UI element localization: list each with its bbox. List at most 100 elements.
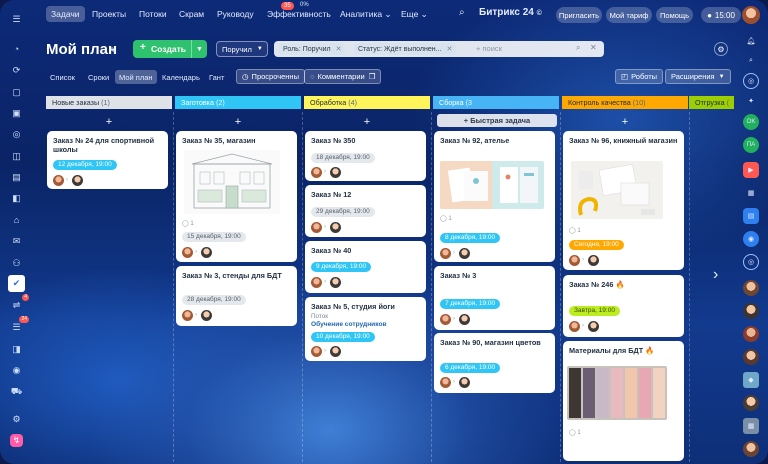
- tasks-icon[interactable]: ✔: [8, 275, 25, 292]
- column-header[interactable]: Сборка (3: [433, 96, 559, 109]
- nav-efficiency[interactable]: Эффективность: [267, 9, 331, 19]
- avatar[interactable]: [182, 247, 193, 258]
- task-card[interactable]: Заказ № 12 29 декабря, 19:00 ›: [305, 185, 426, 237]
- contact-avatar-4[interactable]: [743, 349, 759, 365]
- avatar[interactable]: [459, 377, 470, 388]
- mail-icon[interactable]: ✉: [10, 235, 23, 248]
- column-header[interactable]: Отгрузка(: [689, 96, 734, 109]
- sites-icon[interactable]: ◧: [10, 192, 23, 205]
- avatar[interactable]: [53, 175, 64, 186]
- user-avatar[interactable]: [742, 6, 760, 24]
- contact-avatar-5[interactable]: [743, 395, 759, 411]
- avatar[interactable]: [311, 167, 322, 178]
- avatar[interactable]: [182, 310, 193, 321]
- chevron-right-icon[interactable]: ›: [713, 266, 718, 284]
- task-card[interactable]: Заказ № 40 9 декабря, 19:00 ›: [305, 241, 426, 293]
- cart-icon[interactable]: ⛟: [10, 385, 23, 398]
- deadline-badge[interactable]: Завтра, 19:00: [569, 306, 620, 316]
- contact-avatar-3[interactable]: [743, 326, 759, 342]
- avatar[interactable]: [569, 321, 580, 332]
- nav-projects[interactable]: Проекты: [92, 9, 126, 19]
- column-header[interactable]: Новые заказы (1): [46, 96, 172, 109]
- avatar[interactable]: [588, 255, 599, 266]
- menu-icon[interactable]: ☰: [10, 13, 23, 26]
- task-card[interactable]: Заказ № 24 для спортивной школы 12 декаб…: [47, 131, 168, 189]
- video-icon[interactable]: ▶: [743, 162, 759, 178]
- search-icon[interactable]: ⌕: [459, 7, 465, 18]
- nav-scrum[interactable]: Скрам: [179, 9, 204, 19]
- target-icon[interactable]: ◉: [10, 364, 23, 377]
- task-card[interactable]: Заказ № 96, книжный магазин ◯ 1 Сегодня,…: [563, 131, 684, 270]
- notifications-icon[interactable]: 🔔︎: [743, 33, 759, 49]
- search-right-icon[interactable]: ⌕: [743, 53, 759, 69]
- deadline-badge[interactable]: 15 декабря, 19:00: [182, 232, 246, 242]
- nav-tasks[interactable]: Задачи: [46, 6, 85, 22]
- avatar[interactable]: [330, 167, 341, 178]
- open-lines-icon[interactable]: OK: [743, 114, 759, 130]
- filter-chip-status[interactable]: Статус: Ждёт выполнен... ✕: [354, 43, 457, 55]
- calendar-icon[interactable]: ▣: [10, 107, 23, 120]
- search-icon[interactable]: ⌕: [576, 43, 580, 53]
- filter-chip-role[interactable]: Роль: Поручил ✕: [279, 43, 346, 55]
- task-card[interactable]: Заказ № 90, магазин цветов 6 декабря, 19…: [434, 333, 555, 393]
- column-header[interactable]: Заготовка (2): [175, 96, 301, 109]
- tab-my-plan[interactable]: Мой план: [115, 70, 157, 84]
- contact-avatar-2[interactable]: [743, 303, 759, 319]
- settings-icon[interactable]: ⚙: [10, 413, 23, 426]
- close-icon[interactable]: ✕: [336, 45, 342, 53]
- avatar[interactable]: [330, 277, 341, 288]
- tab-calendar[interactable]: Календарь: [162, 70, 200, 84]
- column-header[interactable]: Обработка (4): [304, 96, 430, 109]
- calendar-right-icon[interactable]: ▤: [743, 208, 759, 224]
- support-icon[interactable]: ◎: [743, 254, 759, 270]
- deadline-badge[interactable]: 6 декабря, 19:00: [440, 363, 501, 373]
- chat-icon[interactable]: ▢: [10, 86, 23, 99]
- create-button[interactable]: + Создать ▼: [133, 40, 207, 58]
- copilot-icon[interactable]: ✦: [743, 93, 759, 109]
- avatar[interactable]: [440, 314, 451, 325]
- drive-icon[interactable]: ◫: [10, 150, 23, 163]
- deadline-badge[interactable]: 7 декабря, 19:00: [440, 299, 501, 309]
- chat-right-icon[interactable]: ◎: [743, 73, 759, 89]
- add-task-button[interactable]: +: [175, 116, 301, 128]
- tariff-button[interactable]: Мой тариф: [606, 7, 652, 23]
- tab-gantt[interactable]: Гант: [209, 70, 224, 84]
- deadline-badge[interactable]: Сегодня, 19:00: [569, 240, 624, 250]
- search-placeholder[interactable]: + поиск: [476, 44, 502, 53]
- bell-icon[interactable]: ◔: [10, 43, 23, 56]
- extensions-button[interactable]: Расширения ▼: [665, 69, 731, 84]
- pin-icon[interactable]: ✎: [110, 46, 117, 55]
- shop-icon[interactable]: ⌂: [10, 214, 23, 227]
- close-icon[interactable]: ✕: [446, 45, 452, 53]
- docs-icon[interactable]: ▤: [10, 171, 23, 184]
- company-icon[interactable]: ◨: [10, 343, 23, 356]
- quick-task-button[interactable]: + Быстрая задача: [437, 114, 557, 127]
- contact-icon[interactable]: ◉: [743, 231, 759, 247]
- crm-icon[interactable]: ◎: [10, 128, 23, 141]
- overdue-button[interactable]: ◷ Просроченны: [236, 69, 305, 84]
- tab-deadlines[interactable]: Сроки: [88, 70, 109, 84]
- nav-manager[interactable]: Руководу: [217, 9, 254, 19]
- add-task-button[interactable]: +: [46, 116, 172, 128]
- gear-icon[interactable]: ⚙: [714, 42, 728, 56]
- deadline-badge[interactable]: 18 декабря, 19:00: [311, 153, 375, 163]
- telephony-icon[interactable]: ПА: [743, 137, 759, 153]
- tab-list[interactable]: Список: [50, 70, 75, 84]
- chevron-down-icon[interactable]: ▼: [191, 40, 207, 58]
- column-header[interactable]: Контроль качества (10): [562, 96, 688, 109]
- comments-button[interactable]: ◌ Комментарии ❐: [304, 69, 382, 84]
- task-card[interactable]: Материалы для БДТ 🔥 ◯ 1: [563, 341, 684, 461]
- nav-flows[interactable]: Потоки: [139, 9, 167, 19]
- deadline-badge[interactable]: 12 декабря, 19:00: [53, 160, 117, 170]
- tasks-list-icon[interactable]: ☰ 24: [10, 316, 29, 334]
- feed-icon[interactable]: ⟳: [10, 64, 23, 77]
- avatar[interactable]: [569, 255, 580, 266]
- avatar[interactable]: [311, 346, 322, 357]
- invite-button[interactable]: Пригласить: [556, 7, 602, 23]
- contact-avatar-6[interactable]: [743, 441, 759, 457]
- group-avatar-1[interactable]: ◆: [743, 372, 759, 388]
- deadline-badge[interactable]: 9 декабря, 19:00: [311, 262, 372, 272]
- avatar[interactable]: [330, 222, 341, 233]
- task-card[interactable]: Заказ № 3 7 декабря, 19:00 ›: [434, 266, 555, 330]
- avatar[interactable]: [311, 222, 322, 233]
